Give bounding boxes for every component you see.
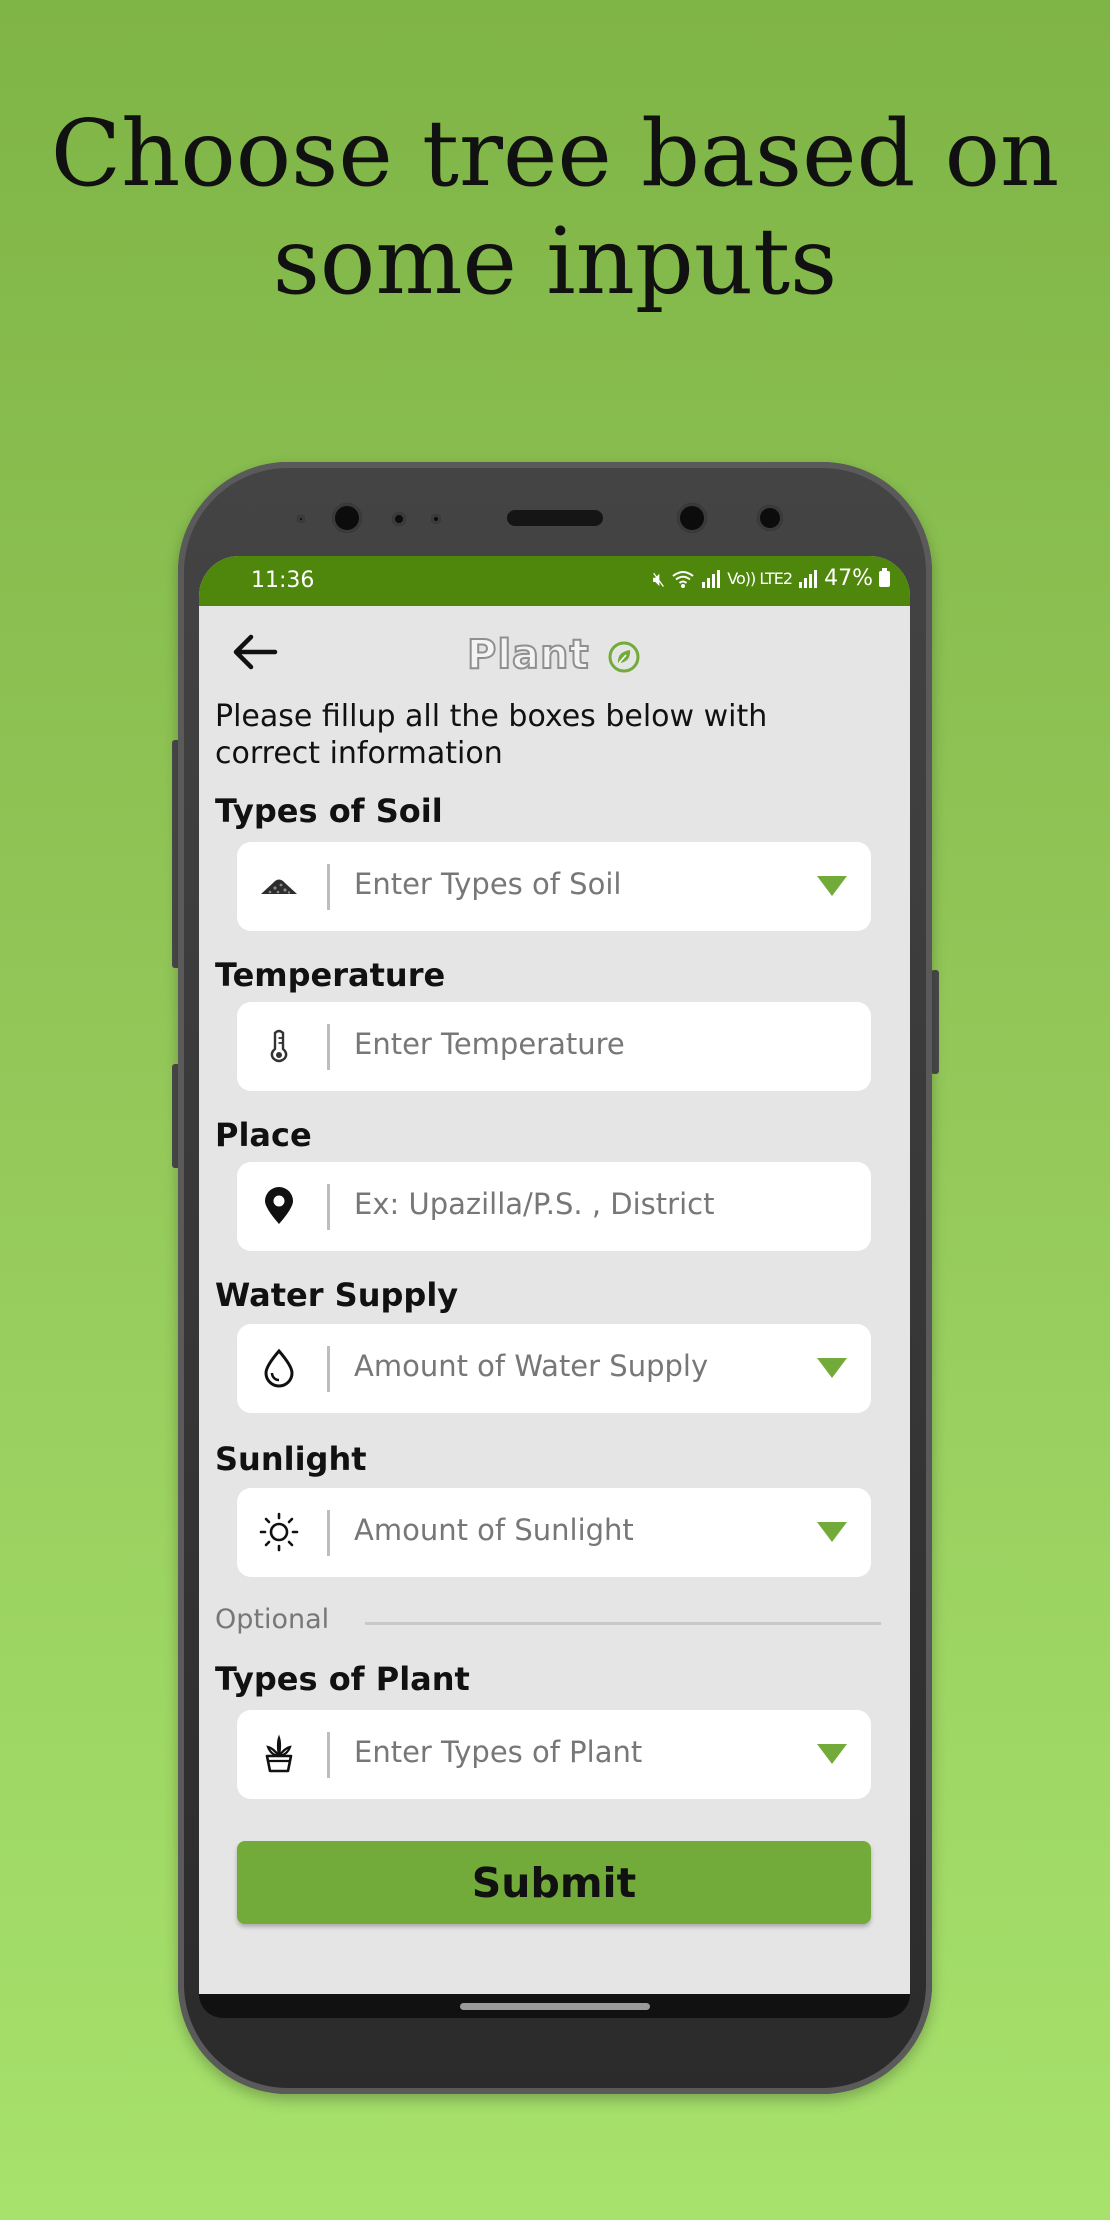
sensor-dot <box>757 505 783 531</box>
battery-percent: 47% <box>824 566 873 591</box>
logo-text: Plant <box>466 631 590 679</box>
water-supply-placeholder: Amount of Water Supply <box>354 1349 709 1383</box>
sensor-dot <box>297 515 305 523</box>
temperature-placeholder: Enter Temperature <box>354 1027 625 1061</box>
soil-icon <box>261 879 297 894</box>
soil-type-dropdown[interactable]: Enter Types of Soil <box>237 842 871 931</box>
app-logo: Plant <box>466 631 647 679</box>
front-camera <box>332 503 362 533</box>
wifi-icon <box>672 570 694 588</box>
place-label: Place <box>215 1116 312 1154</box>
sensor-dot <box>392 512 406 526</box>
water-supply-label: Water Supply <box>215 1276 459 1314</box>
field-divider <box>327 1510 330 1556</box>
battery-icon <box>879 567 890 587</box>
signal-icon <box>702 569 721 588</box>
water-supply-dropdown[interactable]: Amount of Water Supply <box>237 1324 871 1413</box>
chevron-down-icon <box>817 1358 847 1378</box>
home-indicator[interactable] <box>460 2003 650 2010</box>
place-input[interactable]: Ex: Upazilla/P.S. , District <box>237 1162 871 1251</box>
thermometer-icon <box>270 1029 288 1063</box>
leaf-icon <box>608 641 640 673</box>
soil-type-placeholder: Enter Types of Soil <box>354 867 622 901</box>
temperature-label: Temperature <box>215 956 446 994</box>
phone-power-button <box>931 970 939 1074</box>
volte-indicator: Vo)) LTE2 <box>727 569 793 588</box>
headline-line-1: Choose tree based on <box>50 100 1060 207</box>
location-pin-icon <box>265 1187 293 1224</box>
field-divider <box>327 1184 330 1230</box>
optional-separator: Optional <box>215 1600 895 1640</box>
chevron-down-icon <box>817 1744 847 1764</box>
field-divider <box>327 1732 330 1778</box>
front-camera <box>677 503 707 533</box>
plant-type-placeholder: Enter Types of Plant <box>354 1735 643 1769</box>
sensor-dot <box>431 514 441 524</box>
plant-type-dropdown[interactable]: Enter Types of Plant <box>237 1710 871 1799</box>
field-divider <box>327 864 330 910</box>
sunlight-dropdown[interactable]: Amount of Sunlight <box>237 1488 871 1577</box>
mute-icon: 🔇︎ <box>652 566 666 591</box>
place-placeholder: Ex: Upazilla/P.S. , District <box>354 1187 715 1221</box>
headline: Choose tree based on some inputs <box>0 100 1110 316</box>
sunlight-placeholder: Amount of Sunlight <box>354 1513 634 1547</box>
status-time: 11:36 <box>251 568 315 593</box>
soil-type-label: Types of Soil <box>215 792 443 830</box>
status-icons: 🔇︎ Vo)) LTE2 47% <box>653 566 890 591</box>
water-drop-icon <box>264 1348 294 1388</box>
submit-button[interactable]: Submit <box>237 1841 871 1924</box>
chevron-down-icon <box>817 876 847 896</box>
form-instructions: Please fillup all the boxes below with c… <box>215 699 768 771</box>
potted-plant-icon <box>265 1734 293 1773</box>
status-bar: 11:36 🔇︎ Vo)) LTE2 47% <box>199 556 910 606</box>
temperature-input[interactable]: Enter Temperature <box>237 1002 871 1091</box>
signal-icon <box>799 569 818 588</box>
sunlight-label: Sunlight <box>215 1440 367 1478</box>
plant-type-label: Types of Plant <box>215 1660 470 1698</box>
sun-icon <box>259 1512 299 1552</box>
app-screen: 11:36 🔇︎ Vo)) LTE2 47% Plant Please fill… <box>199 556 910 1994</box>
headline-line-2: some inputs <box>272 208 838 315</box>
field-divider <box>327 1024 330 1070</box>
earpiece-speaker <box>507 510 603 526</box>
divider-line <box>365 1622 881 1625</box>
optional-label: Optional <box>215 1604 330 1635</box>
chevron-down-icon <box>817 1522 847 1542</box>
back-arrow-icon[interactable] <box>229 632 281 672</box>
field-divider <box>327 1346 330 1392</box>
